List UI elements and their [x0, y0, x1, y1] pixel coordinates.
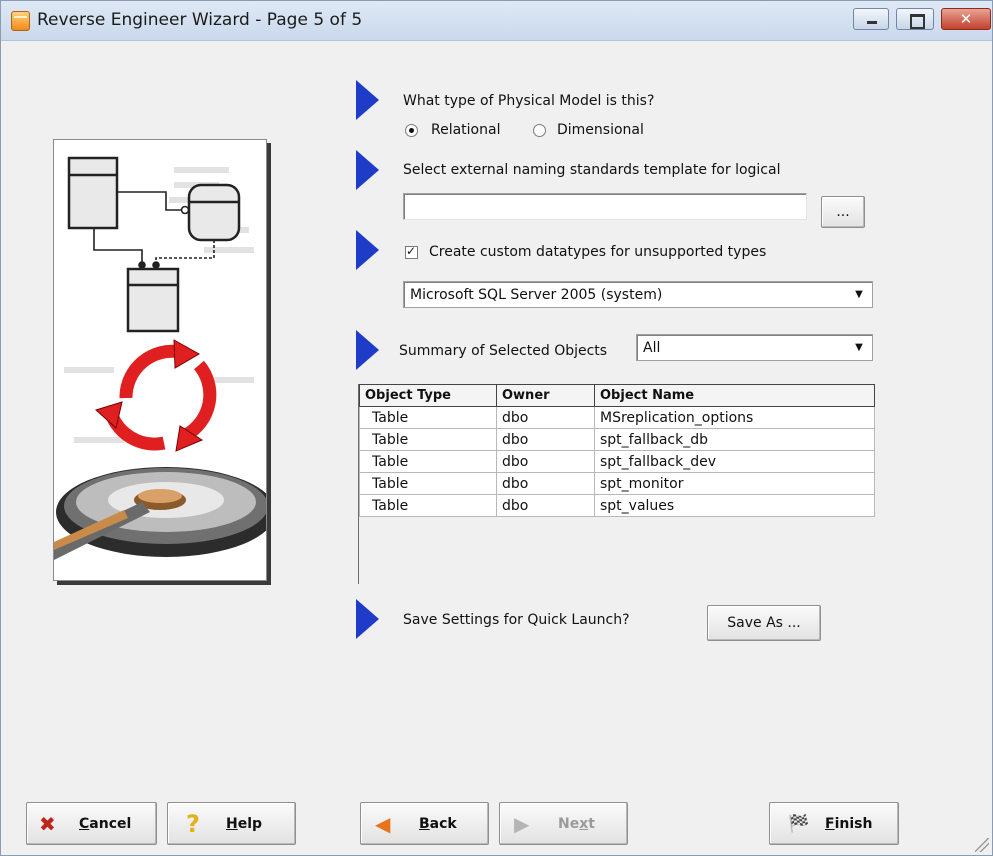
step-arrow-icon [356, 230, 379, 270]
help-label: Help [226, 815, 263, 832]
browse-label: ... [836, 204, 850, 220]
save-as-button[interactable]: Save As ... [707, 605, 821, 641]
naming-standards-label: Select external naming standards templat… [403, 162, 781, 178]
x-icon: ✖ [39, 811, 56, 836]
step-arrow-icon [356, 80, 379, 120]
step-arrow-icon [356, 599, 379, 639]
cell-object-type: Table [359, 494, 497, 517]
cell-object-type: Table [359, 472, 497, 495]
dimensional-label[interactable]: Dimensional [557, 122, 644, 138]
cell-object-name: spt_fallback_dev [594, 450, 875, 473]
datatype-target-select[interactable]: Microsoft SQL Server 2005 (system) ▼ [403, 281, 873, 308]
disk-platter-icon [54, 467, 266, 560]
next-button[interactable]: ▶ Ne x t [499, 802, 628, 845]
relational-label[interactable]: Relational [431, 122, 500, 138]
column-header-owner[interactable]: Owner [496, 384, 595, 407]
custom-datatypes-label[interactable]: Create custom datatypes for unsupported … [429, 244, 766, 260]
relational-radio[interactable] [405, 124, 418, 137]
custom-datatypes-checkbox[interactable] [405, 244, 418, 259]
cell-owner: dbo [496, 494, 595, 517]
cancel-button[interactable]: ✖ Cancel [26, 802, 157, 845]
cell-owner: dbo [496, 428, 595, 451]
finish-label: Finish [825, 815, 873, 832]
back-label: Back [419, 815, 457, 832]
cell-object-type: Table [359, 428, 497, 451]
cell-object-name: spt_fallback_db [594, 428, 875, 451]
finish-button[interactable]: 🏁 Finish [769, 802, 899, 845]
question-icon: ? [186, 809, 200, 838]
model-type-question: What type of Physical Model is this? [403, 93, 655, 109]
wizard-illustration [53, 139, 267, 581]
save-as-label: Save As ... [727, 615, 801, 631]
close-button[interactable] [941, 8, 991, 30]
resize-grip-icon[interactable] [975, 838, 989, 852]
entity-table-icon [67, 156, 119, 230]
column-header-object-name[interactable]: Object Name [594, 384, 875, 407]
title-bar[interactable]: Reverse Engineer Wizard - Page 5 of 5 [1, 1, 992, 41]
help-button[interactable]: ? Help [167, 802, 296, 845]
wizard-window: Reverse Engineer Wizard - Page 5 of 5 ✕ … [0, 0, 993, 856]
cell-owner: dbo [496, 406, 595, 429]
dimensional-radio[interactable] [533, 124, 546, 137]
cell-object-type: Table [359, 406, 497, 429]
child-table-icon [126, 267, 180, 333]
view-entity-icon [187, 183, 241, 242]
selected-objects-table[interactable]: Object Type Owner Object Name Table dbo … [358, 384, 875, 584]
table-row[interactable]: Table dbo spt_values [359, 494, 875, 517]
table-row[interactable]: Table dbo spt_fallback_dev [359, 450, 875, 473]
cell-object-name: spt_monitor [594, 472, 875, 495]
chevron-down-icon[interactable]: ▼ [849, 285, 869, 304]
table-row[interactable]: Table dbo spt_monitor [359, 472, 875, 495]
maximize-button[interactable] [896, 8, 934, 30]
back-button[interactable]: ◀ Back [360, 802, 489, 845]
next-label: Ne x t [558, 815, 595, 832]
checkered-flag-icon: 🏁 [788, 813, 810, 834]
summary-filter-value: All [643, 339, 661, 356]
table-row[interactable]: Table dbo MSreplication_options [359, 406, 875, 429]
table-header-row: Object Type Owner Object Name [359, 384, 875, 407]
naming-standards-input[interactable] [403, 193, 807, 220]
cancel-label: Cancel [79, 815, 132, 832]
datatype-target-value: Microsoft SQL Server 2005 (system) [410, 286, 663, 303]
step-arrow-icon [356, 330, 379, 370]
arrow-left-icon: ◀ [375, 811, 391, 836]
cell-object-type: Table [359, 450, 497, 473]
cell-object-name: MSreplication_options [594, 406, 875, 429]
minimize-button[interactable] [853, 8, 889, 30]
window-title: Reverse Engineer Wizard - Page 5 of 5 [37, 10, 363, 30]
reverse-engineer-cycle-icon [103, 344, 217, 451]
cell-owner: dbo [496, 450, 595, 473]
summary-filter-select[interactable]: All ▼ [636, 334, 873, 361]
cell-owner: dbo [496, 472, 595, 495]
arrow-right-icon: ▶ [514, 811, 530, 836]
quick-launch-label: Save Settings for Quick Launch? [403, 612, 630, 628]
summary-label: Summary of Selected Objects [399, 343, 608, 359]
chevron-down-icon[interactable]: ▼ [849, 338, 869, 357]
column-header-object-type[interactable]: Object Type [359, 384, 497, 407]
cell-object-name: spt_values [594, 494, 875, 517]
database-app-icon [11, 11, 30, 31]
step-arrow-icon [356, 150, 379, 190]
browse-button[interactable]: ... [821, 196, 865, 228]
table-row[interactable]: Table dbo spt_fallback_db [359, 428, 875, 451]
